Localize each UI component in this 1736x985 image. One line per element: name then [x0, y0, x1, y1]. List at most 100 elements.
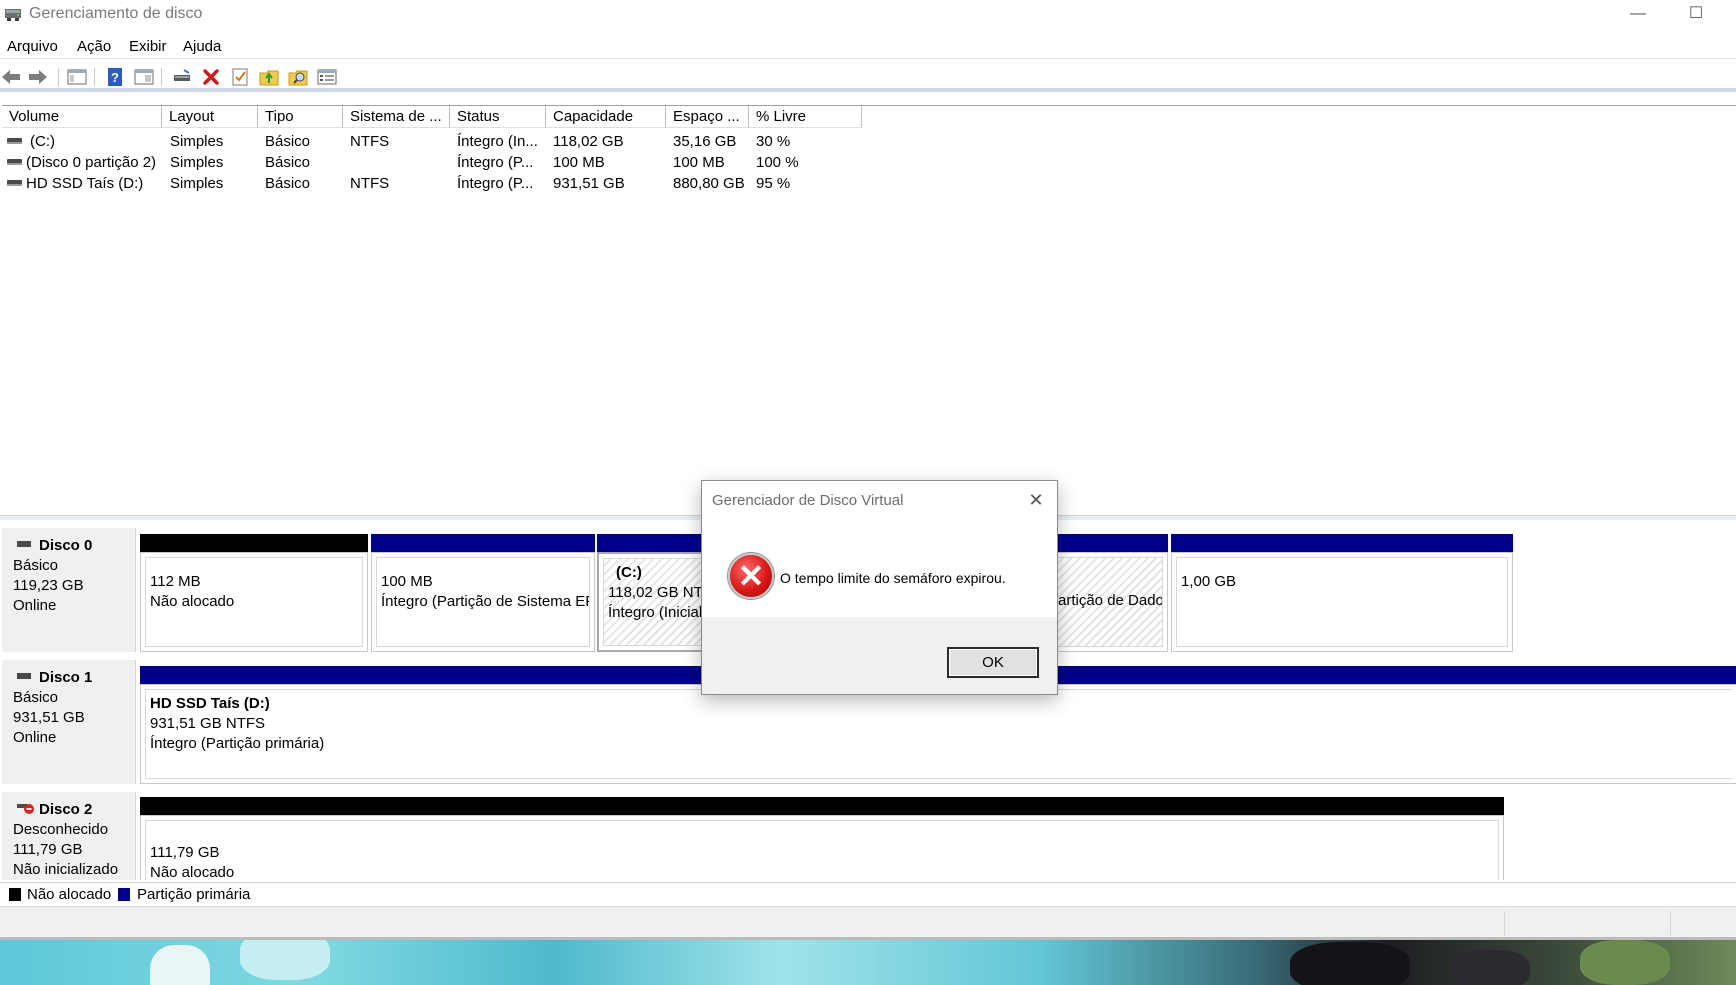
- disk-name-wrap: Disco 0: [13, 536, 135, 556]
- partition-size: 111,79 GB: [150, 844, 220, 861]
- partition-status: Íntegro (Partição primária): [150, 735, 325, 752]
- cell-livre: 95 %: [756, 175, 791, 192]
- table-row[interactable]: (Disco 0 partição 2) Simples Básico Ínte…: [2, 152, 902, 173]
- legend-unallocated: Não alocado: [27, 886, 112, 903]
- forward-arrow-icon[interactable]: [27, 66, 49, 88]
- column-header-livre[interactable]: % Livre: [749, 106, 862, 128]
- legend-swatch-primary: [118, 888, 130, 901]
- table-row[interactable]: HD SSD Taís (D:) Simples Básico NTFS Ínt…: [2, 173, 902, 194]
- dialog-message: O tempo limite do semáforo expirou.: [780, 570, 1006, 586]
- status-pane: [1670, 911, 1671, 935]
- error-dialog: Gerenciador de Disco Virtual ✕ ✕ O tempo…: [701, 480, 1058, 695]
- dialog-close-button[interactable]: ✕: [1024, 489, 1048, 513]
- partition-bar: [1050, 534, 1168, 552]
- column-header-status[interactable]: Status: [450, 106, 546, 128]
- menu-exibir[interactable]: Exibir: [129, 38, 167, 55]
- console-tree-icon[interactable]: [66, 66, 88, 88]
- dialog-footer: OK: [702, 617, 1057, 694]
- cell-tipo: Básico: [265, 154, 311, 171]
- partition-size: 100 MB: [381, 573, 433, 590]
- partition-body: (C:) 118,02 GB NTFS Íntegro (Inicial: [597, 552, 708, 652]
- partition-inner: (C:) 118,02 GB NTFS Íntegro (Inicial: [603, 558, 702, 646]
- partition-unallocated[interactable]: 112 MB Não alocado: [140, 534, 368, 652]
- cell-espaco: 880,80 GB: [673, 175, 745, 192]
- legend: Não alocado Partição primária: [0, 882, 1736, 906]
- disk-1-label[interactable]: Disco 1 Básico 931,51 GB Online: [2, 660, 136, 784]
- column-header-layout[interactable]: Layout: [162, 106, 258, 128]
- cell-espaco: 35,16 GB: [673, 133, 737, 150]
- column-header-sistema[interactable]: Sistema de ...: [343, 106, 450, 128]
- drive-icon: [7, 180, 22, 186]
- table-row[interactable]: (C:) Simples Básico NTFS Íntegro (In... …: [2, 131, 902, 152]
- partition-bar: [371, 534, 595, 552]
- svg-text:?: ?: [111, 70, 119, 85]
- partition-bar: [140, 534, 368, 552]
- partition-inner: HD SSD Taís (D:) 931,51 GB NTFS Íntegro …: [145, 689, 1732, 779]
- window-title: Gerenciamento de disco: [29, 5, 203, 22]
- back-arrow-icon[interactable]: [0, 66, 22, 88]
- dialog-title: Gerenciador de Disco Virtual: [712, 492, 904, 509]
- cell-status: Íntegro (In...: [457, 133, 538, 150]
- menu-ajuda[interactable]: Ajuda: [183, 38, 221, 55]
- disk-1-name: Disco 1: [39, 669, 93, 686]
- partition-recovery[interactable]: 1,00 GB: [1171, 534, 1513, 652]
- maximize-button[interactable]: ☐: [1667, 0, 1725, 30]
- menu-acao[interactable]: Ação: [77, 38, 111, 55]
- toolbar-separator: [161, 68, 162, 86]
- partition-body: 111,79 GB Não alocado: [140, 815, 1504, 880]
- cell-sistema: NTFS: [350, 175, 390, 192]
- search-folder-icon[interactable]: [287, 66, 309, 88]
- up-folder-icon[interactable]: [258, 66, 280, 88]
- partition-efi[interactable]: 100 MB Íntegro (Partição de Sistema EF: [371, 534, 595, 652]
- partition-size: 931,51 GB NTFS: [150, 715, 266, 732]
- cell-sistema: NTFS: [350, 133, 390, 150]
- cell-capacidade: 100 MB: [553, 154, 605, 171]
- disk-name-wrap: Disco 1: [13, 668, 135, 688]
- drive-icon: [7, 159, 22, 165]
- partition-disk2-unallocated[interactable]: 111,79 GB Não alocado: [140, 797, 1504, 880]
- partition-bar: [140, 797, 1504, 815]
- partition-data[interactable]: artição de Dado: [1050, 534, 1168, 652]
- cell-volume: HD SSD Taís (D:): [26, 175, 144, 192]
- check-icon[interactable]: [229, 66, 251, 88]
- disk-1-state: Online: [13, 729, 57, 746]
- disk-2-label[interactable]: Disco 2 Desconhecido 111,79 GB Não inici…: [2, 792, 136, 880]
- properties-pane-icon[interactable]: [133, 66, 155, 88]
- disk-2-type: Desconhecido: [13, 821, 109, 838]
- connect-disk-icon[interactable]: [171, 66, 193, 88]
- column-header-volume[interactable]: Volume: [2, 106, 162, 128]
- menu-bar: Arquivo Ação Exibir Ajuda: [0, 33, 1736, 59]
- partition-c[interactable]: (C:) 118,02 GB NTFS Íntegro (Inicial: [597, 534, 708, 652]
- disk-0-type: Básico: [13, 557, 59, 574]
- column-header-tipo[interactable]: Tipo: [258, 106, 343, 128]
- partition-body: 112 MB Não alocado: [140, 552, 368, 652]
- ok-button[interactable]: OK: [947, 647, 1039, 678]
- cell-layout: Simples: [170, 133, 224, 150]
- disk-management-app-icon: [5, 9, 21, 21]
- disk-name-wrap: Disco 2: [13, 800, 135, 820]
- partition-inner: 1,00 GB: [1176, 557, 1508, 647]
- partition-body: 1,00 GB: [1171, 552, 1513, 652]
- partition-status: Íntegro (Inicial: [608, 604, 702, 621]
- minimize-button[interactable]: —: [1609, 0, 1667, 30]
- partition-size: 112 MB: [150, 573, 201, 590]
- status-pane: [1504, 911, 1505, 935]
- column-header-capacidade[interactable]: Capacidade: [546, 106, 666, 128]
- legend-swatch-unallocated: [9, 888, 21, 901]
- disk-0-label[interactable]: Disco 0 Básico 119,23 GB Online: [2, 528, 136, 652]
- cell-volume: (Disco 0 partição 2): [26, 154, 157, 171]
- menu-arquivo[interactable]: Arquivo: [7, 38, 58, 55]
- column-header-espaco[interactable]: Espaço ...: [666, 106, 749, 128]
- partition-bar: [1171, 534, 1513, 552]
- partition-size: 118,02 GB NTFS: [608, 584, 702, 601]
- toolbar: ?: [0, 62, 1736, 92]
- desktop-wallpaper: [0, 940, 1736, 985]
- partition-inner: artição de Dado: [1055, 557, 1163, 647]
- delete-icon[interactable]: [200, 66, 222, 88]
- properties-icon[interactable]: [316, 66, 338, 88]
- help-icon[interactable]: ?: [104, 66, 126, 88]
- disk-2-name: Disco 2: [39, 801, 93, 818]
- partition-inner: 111,79 GB Não alocado: [145, 820, 1499, 880]
- partition-bar: [597, 534, 708, 552]
- cell-livre: 100 %: [756, 154, 799, 171]
